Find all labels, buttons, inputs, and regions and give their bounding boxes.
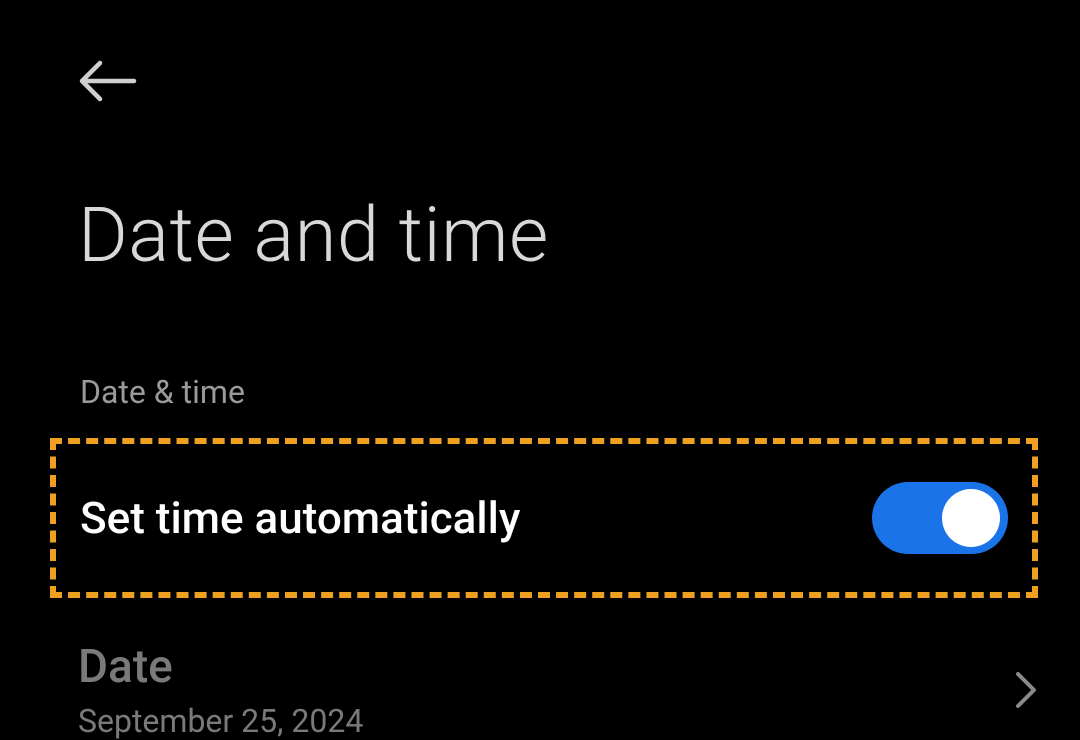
toggle-knob <box>942 489 1000 547</box>
setting-row-auto-time[interactable]: Set time automatically <box>50 438 1038 598</box>
auto-time-label: Set time automatically <box>80 492 520 544</box>
section-header: Date & time <box>80 373 245 411</box>
setting-row-date[interactable]: Date September 25, 2024 <box>78 640 1038 740</box>
chevron-right-icon <box>1014 670 1038 714</box>
back-button[interactable] <box>78 58 138 108</box>
auto-time-toggle[interactable] <box>872 482 1008 554</box>
date-value: September 25, 2024 <box>78 702 363 740</box>
page-title: Date and time <box>78 190 549 280</box>
date-label: Date <box>78 640 363 694</box>
back-arrow-icon <box>78 59 138 107</box>
date-section: Date September 25, 2024 <box>78 640 363 740</box>
